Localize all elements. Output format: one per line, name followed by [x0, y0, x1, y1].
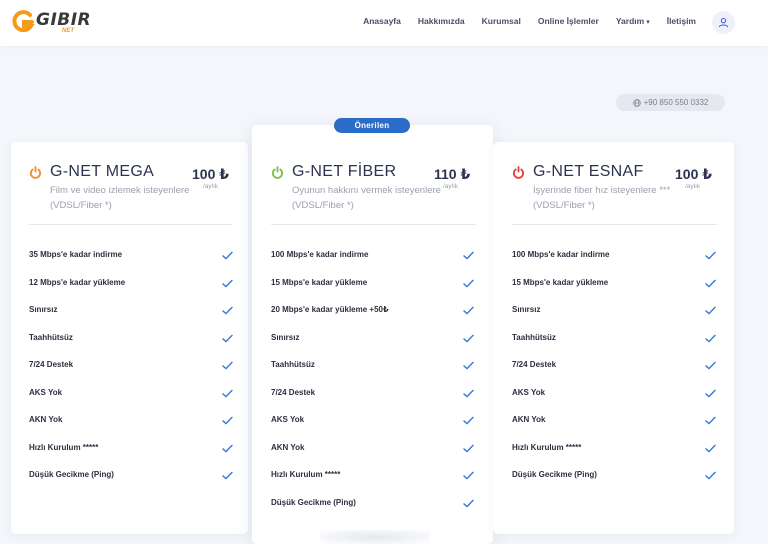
check-icon [222, 416, 233, 425]
feature-item: Hızlı Kurulum ***** [271, 470, 341, 479]
phone-contact-pill[interactable]: +90 850 550 0332 [616, 94, 725, 111]
plan-price-fiber: 110 ₺ [434, 166, 471, 182]
feature-item: AKN Yok [271, 442, 305, 452]
check-icon [463, 306, 474, 315]
check-icon [705, 306, 716, 315]
check-icon [705, 416, 716, 425]
check-icon [705, 444, 716, 452]
nav-hakkimizda[interactable]: Hakkımızda [418, 16, 465, 26]
power-icon [271, 166, 284, 179]
feature-item: Düşük Gecikme (Ping) [271, 497, 356, 507]
nav-anasayfa[interactable]: Anasayfa [363, 16, 401, 26]
check-icon [463, 444, 474, 452]
feature-item: Taahhütsüz [271, 360, 315, 369]
plan-name-mega: G-NET MEGA [50, 163, 155, 180]
plan-price-esnaf: 100 ₺ [675, 166, 712, 182]
brand-sub: NET [62, 28, 74, 34]
feature-item: 7/24 Destek [512, 360, 557, 369]
check-icon [222, 251, 233, 260]
power-icon [512, 166, 525, 179]
feature-item: 100 Mbps'e kadar indirme [271, 250, 369, 259]
plan-desc2-mega: (VDSL/Fiber *) [50, 200, 112, 211]
feature-item: Düşük Gecikme (Ping) [512, 470, 597, 479]
check-icon [463, 279, 474, 287]
check-icon [705, 279, 716, 287]
feature-item: AKS Yok [271, 415, 305, 424]
feature-item: 7/24 Destek [29, 360, 74, 369]
plan-price-mega: 100 ₺ [192, 166, 229, 182]
plan-per-mega: /aylık [203, 183, 219, 190]
divider-esnaf [512, 224, 717, 225]
nav-online-islemler[interactable]: Online İşlemler [538, 16, 599, 26]
plan-name-fiber: G-NET FİBER [292, 163, 397, 180]
check-icon [463, 416, 474, 425]
power-icon [29, 166, 42, 179]
plan-desc2-fiber: (VDSL/Fiber *) [292, 200, 354, 211]
feature-item: Hızlı Kurulum ***** [512, 442, 582, 452]
feature-item: AKN Yok [512, 415, 546, 424]
feature-item: Sınırsız [29, 305, 58, 314]
chevron-down-icon: ▾ [646, 19, 650, 26]
brand-name: GIBIR [36, 10, 92, 30]
plan-name-esnaf: G-NET ESNAF [533, 163, 644, 180]
check-icon [705, 389, 716, 397]
check-icon [705, 361, 716, 370]
feature-item: Hızlı Kurulum ***** [29, 442, 99, 452]
check-icon [222, 389, 233, 397]
check-icon [222, 279, 233, 287]
feature-item: 100 Mbps'e kadar indirme [512, 250, 610, 259]
check-icon [222, 444, 233, 452]
plan-desc-fiber: Oyunun hakkını vermek isteyenlere [292, 185, 441, 196]
plan-per-esnaf: /aylık [685, 183, 701, 190]
recommended-badge: Önerilen [334, 118, 410, 133]
feature-item: Sınırsız [512, 305, 541, 314]
divider-fiber [271, 224, 476, 225]
check-icon [222, 334, 233, 342]
nav-iletisim[interactable]: İletişim [667, 16, 696, 26]
main-nav: Anasayfa Hakkımızda Kurumsal Online İşle… [346, 16, 696, 26]
plan-desc2-esnaf: (VDSL/Fiber *) [533, 200, 595, 211]
user-account-button[interactable] [712, 11, 735, 34]
brand-logo[interactable]: GIBIR NET [10, 8, 92, 36]
plan-desc-mega: Film ve video izlemek isteyenlere [50, 185, 190, 196]
check-icon [463, 471, 474, 480]
nav-kurumsal[interactable]: Kurumsal [482, 16, 521, 26]
card-shadow [320, 530, 430, 544]
nav-yardim[interactable]: Yardım ▾ [616, 16, 650, 26]
feature-item: Taahhütsüz [29, 332, 73, 342]
feature-item: 15 Mbps'e kadar yükleme [271, 277, 368, 287]
feature-item: Sınırsız [271, 332, 300, 342]
navbar: GIBIR NET Anasayfa Hakkımızda Kurumsal O… [0, 0, 768, 46]
feature-item: 35 Mbps'e kadar indirme [29, 250, 123, 259]
check-icon [463, 499, 474, 507]
check-icon [705, 251, 716, 260]
divider-mega [29, 224, 232, 225]
feature-item: AKN Yok [29, 415, 63, 424]
check-icon [222, 361, 233, 370]
logo-g-icon [12, 10, 35, 33]
check-icon [705, 334, 716, 342]
nav-yardim-label: Yardım [615, 16, 645, 26]
feature-item: Taahhütsüz [512, 332, 556, 342]
check-icon [463, 361, 474, 370]
plan-desc-esnaf: İşyerinde fiber hız isteyenlere *** [533, 185, 671, 196]
plan-per-fiber: /aylık [443, 183, 459, 190]
check-icon [463, 334, 474, 342]
check-icon [463, 251, 474, 260]
feature-item: 12 Mbps'e kadar yükleme [29, 277, 126, 287]
feature-item: AKS Yok [29, 387, 63, 397]
feature-item: 20 Mbps'e kadar yükleme +50₺ [271, 305, 389, 314]
feature-item: AKS Yok [512, 387, 546, 397]
feature-item: 15 Mbps'e kadar yükleme [512, 277, 609, 287]
globe-icon [632, 98, 641, 107]
check-icon [222, 471, 233, 480]
feature-item: Düşük Gecikme (Ping) [29, 470, 114, 479]
check-icon [705, 471, 716, 480]
check-icon [222, 306, 233, 315]
phone-number: +90 850 550 0332 [643, 98, 709, 107]
user-icon [718, 17, 729, 28]
check-icon [463, 389, 474, 397]
feature-item: 7/24 Destek [271, 387, 316, 397]
